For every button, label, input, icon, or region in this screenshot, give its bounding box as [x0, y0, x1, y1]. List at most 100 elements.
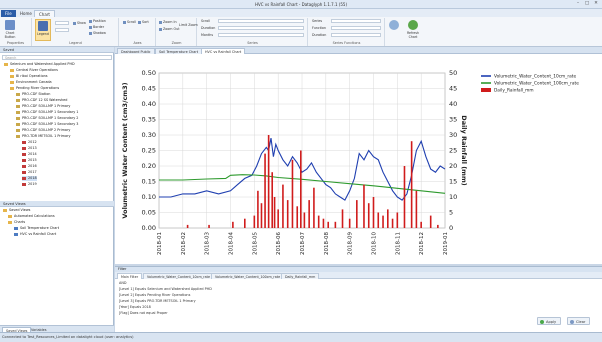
rainfall-bar — [377, 212, 380, 228]
line-style-dropdown[interactable] — [55, 21, 69, 25]
rainfall-bar — [387, 209, 389, 228]
filter-line: AND — [119, 281, 127, 285]
rainfall-bar — [308, 200, 310, 228]
tree-item[interactable]: 2014 — [22, 152, 37, 157]
search-input[interactable]: Search — [2, 55, 112, 60]
tree-item[interactable]: 2013 — [22, 146, 37, 151]
tree-item[interactable]: PRO-CDF SOILLMP 1 Secondary 2 — [16, 116, 78, 121]
scroll-button[interactable]: Scroll — [123, 20, 136, 24]
minimize-icon[interactable]: – — [574, 1, 582, 7]
saved-view-item[interactable]: Soil Temperature Chart — [14, 226, 59, 231]
tree-item[interactable]: PRO-CDF SOILLMP 1 Primary — [16, 104, 70, 109]
tab-filter-series-3[interactable]: Daily_Rainfall_mm — [281, 273, 320, 279]
rainfall-bar — [260, 203, 263, 228]
tab-file[interactable]: File — [1, 10, 16, 17]
y2-tick-label: 40 — [449, 100, 457, 108]
saved-view-item[interactable]: Automated Calculations — [8, 214, 55, 219]
add-series-button[interactable] — [386, 19, 402, 41]
tree-item[interactable]: Central River Operations — [10, 68, 58, 73]
y-axis-label: Volumetric Water Content (cm3/cm3) — [121, 82, 129, 218]
rainfall-bar — [429, 215, 432, 228]
tree-item[interactable]: PRO-CDF SOILLMP 2 Primary — [16, 128, 70, 133]
line-color-dropdown[interactable] — [55, 28, 69, 32]
saved-view-item[interactable]: Charts — [8, 220, 25, 225]
tree-item[interactable]: 2018 — [22, 176, 37, 181]
folder-icon — [3, 208, 7, 212]
x-tick-label: 2019-01 — [443, 232, 449, 255]
rainfall-bar — [391, 218, 394, 228]
y-tick-label: 0.50 — [142, 69, 156, 77]
limit-zoom-button[interactable]: Limit Zoom — [179, 23, 198, 27]
close-icon[interactable]: ✕ — [592, 1, 600, 7]
filter-tabs: Main Filter Volumetric_Water_Content_10c… — [115, 272, 602, 279]
apply-button[interactable]: Apply — [537, 317, 562, 325]
filter-line[interactable]: [Level 1] Equals Selenium and Watershed … — [119, 287, 212, 291]
y2-tick-label: 50 — [449, 69, 457, 77]
series-duration-field[interactable] — [331, 33, 381, 37]
tree-item[interactable]: Environment Canada — [10, 80, 52, 85]
rainfall-bar — [208, 224, 210, 228]
saved-view-item[interactable]: Saved Views — [3, 208, 30, 213]
legend-shadow[interactable]: Shadow — [89, 31, 106, 35]
tree-item[interactable]: Bl riboi Operations — [10, 74, 48, 79]
scroll-field[interactable] — [218, 19, 304, 23]
legend-border[interactable]: Border — [89, 25, 104, 29]
document-tabs: Dashboard Public Soil Temperature Chart … — [115, 47, 602, 54]
folder-icon — [8, 220, 12, 224]
folder-icon — [16, 98, 20, 102]
rainfall-bar — [367, 203, 370, 228]
tab-filter-series-2[interactable]: Volumetric_Water_Content_100cm_rate — [211, 273, 285, 279]
tab-home[interactable]: Home — [16, 10, 36, 17]
rainfall-bar — [363, 184, 365, 228]
folder-icon — [10, 74, 14, 78]
y-tick-label: 0.05 — [142, 209, 156, 217]
rainfall-bar — [410, 141, 413, 228]
rainfall-bar — [264, 153, 266, 228]
duration-field[interactable] — [218, 26, 304, 30]
y-tick-label: 0.15 — [142, 178, 156, 186]
zoom-out-button[interactable]: Zoom Out — [159, 27, 180, 31]
rainfall-bar — [437, 224, 439, 228]
series-field[interactable] — [331, 19, 381, 23]
tree-item[interactable]: 2012 — [22, 140, 37, 145]
tab-hvc-vs-rainfall-chart[interactable]: HVC vs Rainfall Chart — [201, 48, 246, 54]
filter-line[interactable]: [Year] Equals 2018 — [119, 305, 151, 309]
function-field[interactable] — [331, 26, 381, 30]
filter-line[interactable]: [Flag] Does not equal Proper — [119, 311, 168, 315]
tree-item[interactable]: Pending River Operations — [10, 86, 59, 91]
tree-item[interactable]: 2019 — [22, 182, 37, 187]
clear-button[interactable]: Clear — [567, 317, 591, 325]
tab-dashboard-public[interactable]: Dashboard Public — [117, 48, 155, 54]
zoom-in-button[interactable]: Zoom In — [159, 20, 177, 24]
tree-item[interactable]: Selenium and Watershed Applied PHD — [4, 62, 75, 67]
tree-item[interactable]: PRO-CDF 12 SS Watershed — [16, 98, 67, 103]
saved-view-item[interactable]: HVC vs Rainfall Chart — [14, 232, 56, 237]
tree-item[interactable]: PRO-CDF Station — [16, 92, 50, 97]
tree-item[interactable]: PRO-CDF SOILLMP 1 Secondary 1 — [16, 110, 78, 115]
legend-show[interactable]: Show — [73, 21, 86, 25]
tab-chart[interactable]: Chart — [34, 10, 55, 17]
tree-item[interactable]: 2015 — [22, 158, 37, 163]
legend-button[interactable]: Legend — [35, 19, 51, 41]
rainfall-bar — [232, 221, 234, 228]
tree-item[interactable]: PRO-TDR METSOIL 1 Primary — [16, 134, 70, 139]
filter-line[interactable]: [Level 3] Equals PRO-TDR METSOIL 1 Prima… — [119, 299, 196, 303]
tab-soil-temperature-chart[interactable]: Soil Temperature Chart — [155, 48, 203, 54]
sort-button[interactable]: Sort — [138, 20, 149, 24]
chart-button[interactable]: Chart Button — [2, 19, 18, 41]
refresh-chart-button[interactable]: Refresh Chart — [403, 19, 423, 41]
tree-item[interactable]: PRO-CDF SOILLMP 1 Secondary 3 — [16, 122, 78, 127]
rainfall-bar — [296, 206, 299, 228]
filter-line[interactable]: [Level 2] Equals Pending River Operation… — [119, 293, 190, 297]
tab-main-filter[interactable]: Main Filter — [117, 273, 143, 279]
legend-position[interactable]: Position — [89, 19, 106, 23]
status-bar: Connected to Test_Resources_Limited on d… — [0, 332, 602, 342]
tab-filter-series-1[interactable]: Volumetric_Water_Content_10cm_rate — [143, 273, 215, 279]
window-title: HVC vs Rainfall Chart - Dataglyph 1.1.7.… — [254, 2, 348, 7]
folder-icon — [10, 86, 14, 90]
months-field[interactable] — [218, 33, 304, 37]
tree-item[interactable]: 2017 — [22, 170, 37, 175]
maximize-icon[interactable]: □ — [583, 1, 591, 7]
function-field-label: Function — [312, 26, 327, 30]
tree-item[interactable]: 2016 — [22, 164, 37, 169]
